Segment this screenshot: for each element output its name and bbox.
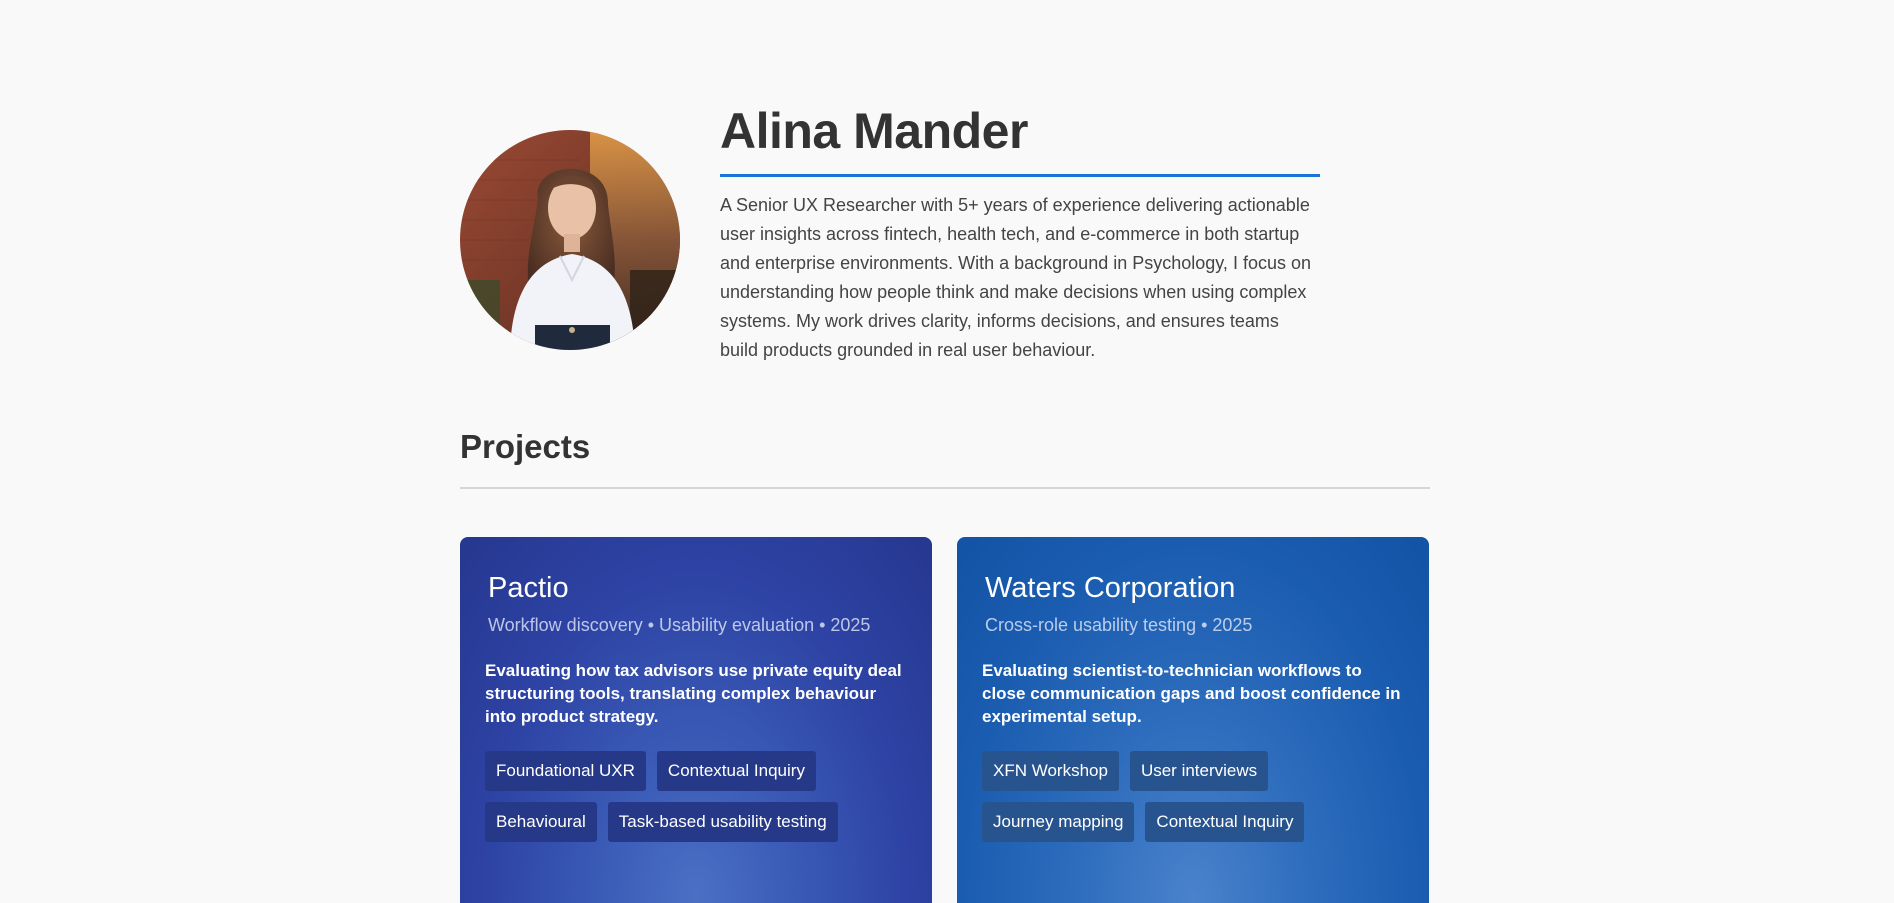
profile-photo [460,130,680,350]
project-tag: Foundational UXR [485,751,646,791]
project-tag: Contextual Inquiry [656,751,816,791]
project-tag: Contextual Inquiry [1145,802,1305,842]
project-card-tags: XFN Workshop User interviews Journey map… [982,751,1412,842]
project-card-meta: Workflow discovery • Usability evaluatio… [488,615,871,635]
profile-bio: A Senior UX Researcher with 5+ years of … [720,195,1311,360]
project-card-tags: Foundational UXR Contextual Inquiry Beha… [485,751,915,842]
profile-name: Alina Mander [720,103,1028,159]
project-tag: User interviews [1129,751,1269,791]
project-tag: Behavioural [485,802,597,842]
project-card-meta: Cross-role usability testing • 2025 [985,615,1253,635]
project-card-title: Pactio [488,572,569,604]
projects-heading: Projects [460,428,591,465]
project-tag: XFN Workshop [982,751,1119,791]
project-tag: Journey mapping [982,802,1135,842]
projects-divider [460,487,1430,489]
intro-section: Alina Mander A Senior UX Researcher with… [720,98,1320,365]
project-tag: Task-based usability testing [607,802,838,842]
name-underline [720,174,1320,177]
project-card-description: Evaluating how tax advisors use private … [485,661,902,726]
portfolio-page: Alina Mander A Senior UX Researcher with… [0,0,1894,903]
project-card-pactio[interactable]: Pactio Workflow discovery • Usability ev… [460,537,932,903]
profile-photo-image [460,130,680,350]
project-card-waters-corporation[interactable]: Waters Corporation Cross-role usability … [957,537,1429,903]
project-card-title: Waters Corporation [985,572,1236,604]
project-card-description: Evaluating scientist-to-technician workf… [982,661,1401,726]
